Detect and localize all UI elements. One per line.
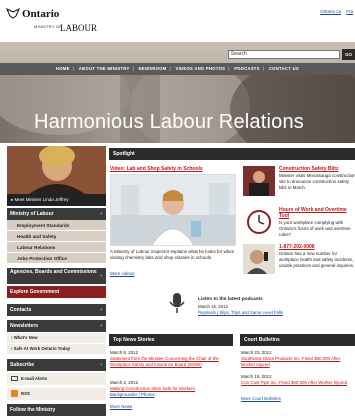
search-input[interactable]: Search (228, 50, 340, 59)
sidebar-safe-at-work-label: Safe At Work Ontario Today (13, 346, 71, 351)
sidebar-contacts-label: Contacts (10, 307, 32, 313)
minister-photo[interactable] (7, 146, 106, 194)
sidebar-whats-new[interactable]: › What's New (7, 333, 106, 343)
sidebar-newsletters-label: Newsletters (10, 323, 39, 329)
more-videos-link[interactable]: More videos (110, 271, 135, 276)
chevron-down-icon: › (100, 323, 102, 329)
ontario-logo[interactable]: Ontario MINISTRY OF LABOUR (6, 5, 97, 37)
sidebar-rss[interactable]: RSS (7, 388, 106, 400)
hours-of-work-link[interactable]: Hours of Work and Overtime Tool (279, 207, 355, 219)
sidebar-agencies-label: Agencies, Boards and Commissions (10, 269, 97, 275)
chevron-right-icon: › (100, 273, 102, 279)
podcast-microphone-icon (169, 293, 185, 313)
court-bulletins-heading: Court Bulletins (240, 334, 355, 346)
chevron-down-icon: › (100, 362, 102, 368)
court-link[interactable]: Con Cast Pipe Inc. Fined $60,000 After W… (241, 380, 355, 386)
court-item: March 19, 2012 Con Cast Pipe Inc. Fined … (241, 374, 355, 386)
hero-title: Harmonious Labour Relations (34, 111, 304, 133)
video-description: A Ministry of Labour inspector explains … (110, 249, 235, 260)
ministry-small-text: MINISTRY OF (34, 24, 62, 29)
sidebar-rss-label: RSS (21, 391, 30, 396)
hours-of-work-image[interactable] (243, 207, 275, 237)
construction-photo (243, 166, 275, 196)
sidebar-item-health-and-safety[interactable]: Health and Safety (7, 231, 106, 242)
news-item: March 8, 2012 Statement from the Ministe… (110, 350, 236, 367)
sidebar-explore-government[interactable]: Explore Government (7, 286, 106, 298)
nav-videos-and-photos[interactable]: VIDEOS AND PHOTOS (173, 66, 227, 71)
page-header: Ontario MINISTRY OF LABOUR Ontario.ca Fr… (0, 0, 355, 42)
nav-about-the-ministry[interactable]: ABOUT THE MINISTRY (77, 66, 132, 71)
news-link[interactable]: Statement from the Minister Concerning t… (110, 356, 236, 368)
ministry-name: LABOUR (60, 23, 98, 33)
phone-number-image[interactable] (243, 244, 275, 274)
phone-photo (243, 244, 275, 274)
podcast-links[interactable]: Reprisals | Slips, Trips and Same Level … (198, 310, 283, 315)
sidebar-email-alerts[interactable]: E-mail Alerts (7, 373, 106, 385)
trillium-icon (6, 7, 20, 19)
sidebar-item-labour-relations[interactable]: Labour Relations (7, 242, 106, 253)
podcast-date: March 15, 2012 (198, 304, 228, 309)
ontario-ca-link[interactable]: Ontario.ca (320, 9, 341, 14)
sidebar-agencies[interactable]: Agencies, Boards and Commissions › (7, 268, 106, 284)
sidebar-ministry-of-labour[interactable]: Ministry of Labour › (7, 208, 106, 220)
sidebar-item-jobs-protection-office[interactable]: Jobs Protection Office (7, 253, 106, 264)
logo-text: Ontario (22, 8, 60, 20)
email-icon (11, 376, 18, 382)
search-button[interactable]: GO (342, 49, 355, 60)
sidebar-ministry-label: Ministry of Labour (10, 211, 54, 217)
podcast-title: Listen to the latest podcasts (198, 297, 263, 302)
rss-icon (11, 390, 18, 398)
top-links: Ontario.ca Fra (316, 9, 353, 14)
minister-caption-text: Meet Minister Linda Jeffrey (14, 197, 69, 202)
nav-home[interactable]: HOME (54, 66, 72, 71)
news-extra-links[interactable]: Backgrounder | Photos (110, 392, 236, 398)
hours-of-work-desc: Is your workplace complying with Ontario… (279, 220, 351, 237)
sidebar-item-employment-standards[interactable]: Employment Standards (7, 220, 106, 231)
chevron-right-icon: › (100, 307, 102, 313)
minister-caption[interactable]: ▸ Meet Minister Linda Jeffrey (7, 194, 106, 206)
construction-safety-link[interactable]: Construction Safety Blitz (279, 166, 338, 173)
court-item: March 22, 2012 Southwest Glass Products … (241, 350, 355, 367)
nav-podcasts[interactable]: PODCASTS (232, 66, 262, 71)
nav-newsroom[interactable]: NEWSROOM (137, 66, 169, 71)
sidebar-whats-new-label: What's New (13, 335, 38, 340)
video-title-link[interactable]: Video: Lab and Shop Safety in Schools (110, 166, 203, 172)
sidebar-subscribe[interactable]: Subscribe › (7, 359, 106, 371)
video-thumbnail-image (111, 175, 235, 245)
more-court-bulletins-link[interactable]: More Court Bulletins (241, 396, 281, 402)
chevron-down-icon: › (100, 211, 102, 217)
phone-number-link[interactable]: 1-877-202-0008 (279, 244, 315, 251)
clock-icon (243, 207, 275, 237)
main-navigation: HOME | ABOUT THE MINISTRY | NEWSROOM | VIDE… (0, 63, 355, 75)
construction-safety-desc: Minister visits Mississauga construction… (279, 173, 355, 190)
sidebar-newsletters[interactable]: Newsletters › (7, 320, 106, 332)
minister-portrait-image (7, 146, 106, 194)
phone-number-desc: Ontario has a new number for workplace h… (279, 251, 355, 268)
nav-contact-us[interactable]: CONTACT US (267, 66, 301, 71)
sidebar-safe-at-work[interactable]: › Safe At Work Ontario Today (7, 344, 106, 354)
video-thumbnail[interactable] (110, 174, 236, 246)
sidebar-contacts[interactable]: Contacts › (7, 304, 106, 316)
sidebar-subscribe-label: Subscribe (10, 362, 35, 368)
court-link[interactable]: Southwest Glass Products Inc. Fined $60,… (241, 356, 355, 368)
more-news-link[interactable]: More News (110, 404, 132, 410)
news-item: March 2, 2012 Making Construction Sites … (110, 380, 236, 397)
spotlight-heading: Spotlight (109, 148, 355, 160)
sidebar-email-alerts-label: E-mail Alerts (21, 376, 48, 381)
hero-banner: Harmonious Labour Relations (0, 75, 355, 143)
top-news-heading: Top News Stories (109, 334, 233, 346)
sidebar-follow-the-ministry[interactable]: Follow the Ministry (7, 404, 106, 416)
francais-link[interactable]: Fra (346, 9, 353, 14)
construction-safety-image[interactable] (243, 166, 275, 196)
